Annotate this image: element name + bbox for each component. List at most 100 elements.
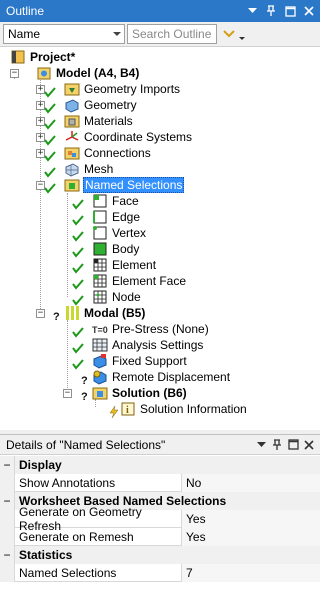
svg-text:?: ? bbox=[81, 375, 88, 386]
element-selection-icon bbox=[92, 257, 108, 273]
tree-label: Mesh bbox=[84, 162, 114, 176]
solution-information-icon: i bbox=[120, 401, 136, 417]
close-icon[interactable] bbox=[301, 3, 317, 19]
svg-text:?: ? bbox=[81, 391, 88, 402]
tree-label: Materials bbox=[84, 114, 133, 128]
tree-node-geometry[interactable]: Geometry bbox=[64, 97, 138, 113]
tree-label: Analysis Settings bbox=[112, 338, 204, 352]
check-icon bbox=[72, 358, 84, 370]
tree-node-ns-element-face[interactable]: Element Face bbox=[92, 273, 187, 289]
tree-node-fixed-support[interactable]: Fixed Support bbox=[92, 353, 188, 369]
modal-icon bbox=[64, 305, 80, 321]
tree-node-connections[interactable]: Connections bbox=[64, 145, 152, 161]
collapse-icon[interactable]: − bbox=[10, 69, 19, 78]
category-display[interactable]: − Display bbox=[0, 455, 320, 474]
tree-node-project[interactable]: Project* bbox=[10, 49, 76, 65]
maximize-icon[interactable] bbox=[285, 437, 301, 453]
tree-node-analysis-settings[interactable]: Analysis Settings bbox=[92, 337, 204, 353]
tree-label: Remote Displacement bbox=[112, 370, 231, 384]
details-title-bar: Details of "Named Selections" bbox=[0, 435, 320, 455]
named-selections-icon bbox=[64, 177, 80, 193]
collapse-icon[interactable]: − bbox=[0, 455, 15, 474]
tree-node-ns-face[interactable]: Face bbox=[92, 193, 140, 209]
category-label: Display bbox=[15, 455, 320, 474]
edge-selection-icon bbox=[92, 209, 108, 225]
vertex-selection-icon bbox=[92, 225, 108, 241]
collapse-icon[interactable]: − bbox=[63, 389, 72, 398]
check-icon bbox=[44, 118, 56, 130]
tree-node-modal[interactable]: Modal (B5) bbox=[64, 305, 146, 321]
outline-toolbar: Name Search Outline bbox=[0, 22, 320, 46]
tree-node-solution[interactable]: Solution (B6) bbox=[92, 385, 188, 401]
collapse-icon[interactable]: − bbox=[0, 545, 15, 564]
property-value[interactable]: Yes bbox=[182, 509, 320, 528]
property-label: Show Annotations bbox=[15, 473, 182, 492]
tree-node-ns-vertex[interactable]: Vertex bbox=[92, 225, 147, 241]
filter-name-value: Name bbox=[8, 27, 41, 41]
materials-icon bbox=[64, 113, 80, 129]
category-label: Statistics bbox=[15, 545, 320, 564]
property-value[interactable]: Yes bbox=[182, 527, 320, 546]
tree-label: Named Selections bbox=[83, 177, 185, 193]
tree-node-materials[interactable]: Materials bbox=[64, 113, 134, 129]
tree-label: Element Face bbox=[112, 274, 187, 288]
search-options-button[interactable] bbox=[219, 24, 249, 44]
tree-node-solution-information[interactable]: i Solution Information bbox=[120, 401, 248, 417]
model-icon bbox=[36, 65, 52, 81]
outline-title: Outline bbox=[6, 4, 45, 18]
mesh-icon bbox=[64, 161, 80, 177]
tree-label: Geometry Imports bbox=[84, 82, 181, 96]
property-row[interactable]: Generate on Geometry Refresh Yes bbox=[0, 505, 320, 533]
node-selection-icon bbox=[92, 289, 108, 305]
tree-node-ns-node[interactable]: Node bbox=[92, 289, 142, 305]
property-row[interactable]: Show Annotations No bbox=[0, 473, 320, 492]
element-face-selection-icon bbox=[92, 273, 108, 289]
tree-label: Connections bbox=[84, 146, 151, 160]
collapse-icon[interactable]: − bbox=[0, 491, 15, 510]
filter-name-combo[interactable]: Name bbox=[3, 24, 125, 44]
details-grid: − Display Show Annotations No − Workshee… bbox=[0, 455, 320, 582]
search-outline-input[interactable]: Search Outline bbox=[127, 24, 217, 44]
maximize-icon[interactable] bbox=[282, 3, 298, 19]
geometry-imports-icon bbox=[64, 81, 80, 97]
lightning-icon bbox=[108, 406, 120, 418]
analysis-settings-icon bbox=[92, 337, 108, 353]
tree-node-geometry-imports[interactable]: Geometry Imports bbox=[64, 81, 181, 97]
window-position-dropdown-icon[interactable] bbox=[244, 3, 260, 19]
tree-label: Pre-Stress (None) bbox=[112, 322, 209, 336]
tree-node-named-selections[interactable]: Named Selections bbox=[64, 177, 185, 193]
category-statistics[interactable]: − Statistics bbox=[0, 545, 320, 564]
tree-label: Project* bbox=[30, 50, 76, 64]
property-row[interactable]: Named Selections 7 bbox=[0, 563, 320, 582]
pin-icon[interactable] bbox=[269, 437, 285, 453]
collapse-icon[interactable]: − bbox=[36, 309, 45, 318]
check-icon bbox=[72, 246, 84, 258]
tree-node-remote-displacement[interactable]: Remote Displacement bbox=[92, 369, 231, 385]
question-icon: ? bbox=[78, 390, 90, 402]
tree-node-pre-stress[interactable]: T=0 Pre-Stress (None) bbox=[92, 321, 210, 337]
tree-node-mesh[interactable]: Mesh bbox=[64, 161, 114, 177]
tree-label: Geometry bbox=[84, 98, 137, 112]
tree-node-ns-edge[interactable]: Edge bbox=[92, 209, 141, 225]
check-icon bbox=[72, 230, 84, 242]
property-value[interactable]: No bbox=[182, 473, 320, 492]
fixed-support-icon bbox=[92, 353, 108, 369]
tree-node-ns-element[interactable]: Element bbox=[92, 257, 157, 273]
close-icon[interactable] bbox=[301, 437, 317, 453]
chevron-down-icon[interactable] bbox=[110, 25, 124, 43]
property-label: Generate on Remesh bbox=[15, 527, 182, 546]
pin-icon[interactable] bbox=[263, 3, 279, 19]
check-icon bbox=[72, 278, 84, 290]
tree-label: Solution (B6) bbox=[112, 386, 187, 400]
check-icon bbox=[44, 102, 56, 114]
remote-displacement-icon bbox=[92, 369, 108, 385]
tree-node-coordinate-systems[interactable]: Coordinate Systems bbox=[64, 129, 193, 145]
check-icon bbox=[72, 262, 84, 274]
property-row[interactable]: Generate on Remesh Yes bbox=[0, 527, 320, 546]
tree-node-model[interactable]: Model (A4, B4) bbox=[36, 65, 140, 81]
tree-label: Model (A4, B4) bbox=[56, 66, 140, 80]
tree-label: Node bbox=[112, 290, 141, 304]
window-position-dropdown-icon[interactable] bbox=[253, 437, 269, 453]
tree-node-ns-body[interactable]: Body bbox=[92, 241, 140, 257]
connections-icon bbox=[64, 145, 80, 161]
